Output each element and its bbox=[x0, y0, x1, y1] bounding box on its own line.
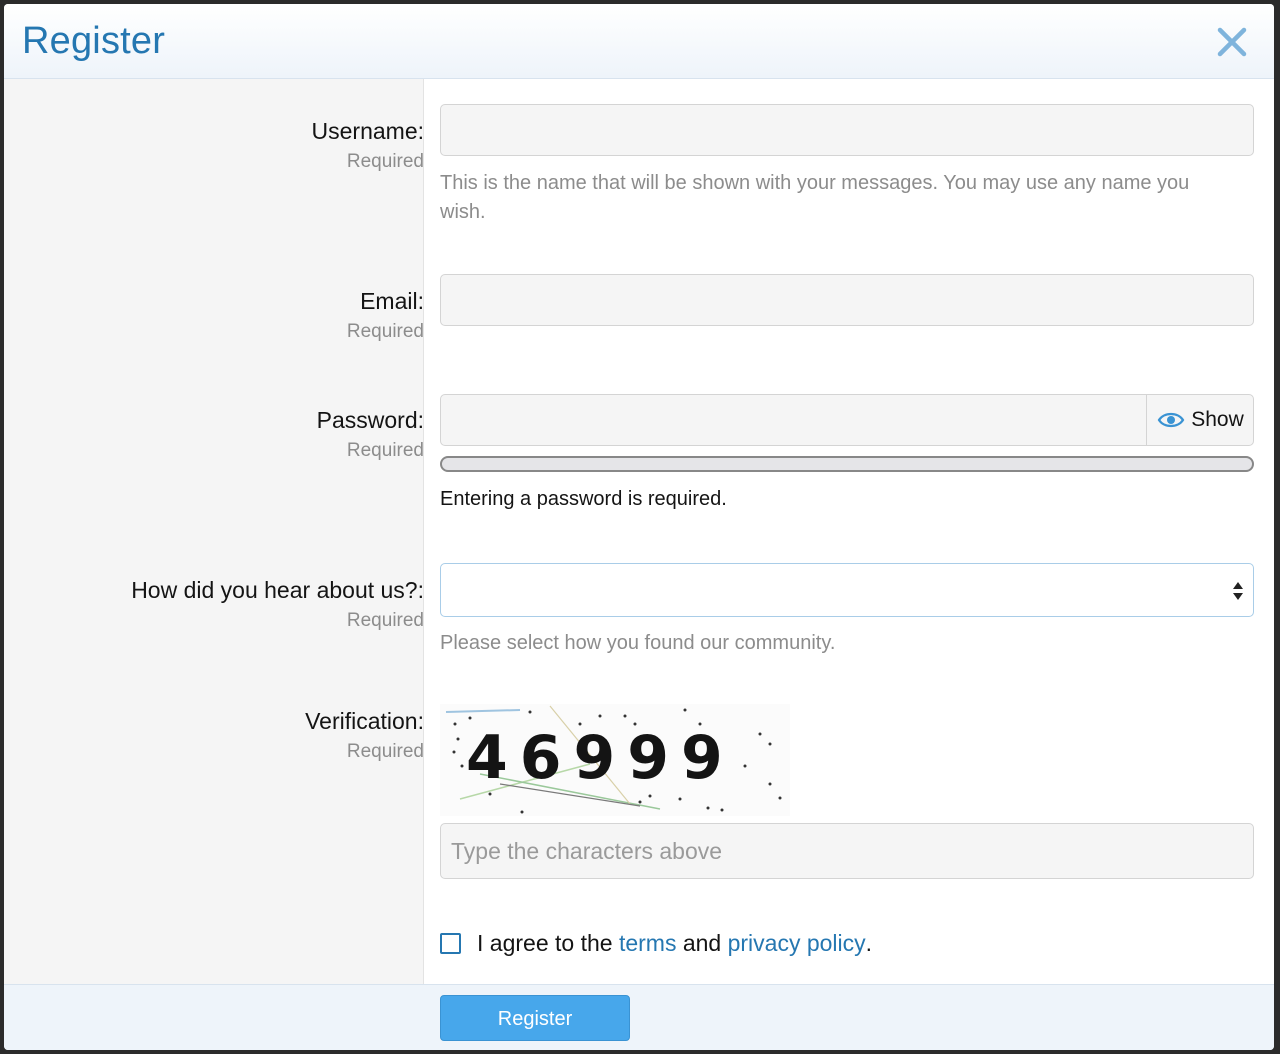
username-required: Required bbox=[346, 151, 424, 172]
select-arrows-icon bbox=[1233, 582, 1243, 600]
agree-prefix: I agree to the bbox=[477, 929, 613, 956]
eye-icon bbox=[1157, 412, 1185, 428]
close-icon bbox=[1217, 27, 1247, 57]
password-required: Required bbox=[346, 440, 424, 461]
agree-suffix: . bbox=[865, 929, 873, 956]
agree-checkbox[interactable] bbox=[440, 932, 461, 954]
register-button[interactable]: Register bbox=[440, 995, 630, 1041]
terms-link[interactable]: terms bbox=[619, 930, 677, 957]
agreement-row: I agree to the terms and privacy policy. bbox=[440, 928, 872, 958]
email-required: Required bbox=[346, 321, 424, 342]
captcha-text: 46999 bbox=[466, 723, 735, 793]
dialog-title: Register bbox=[22, 20, 166, 62]
register-dialog: Register Username: Required This is the … bbox=[4, 4, 1274, 1050]
password-input[interactable] bbox=[440, 394, 1254, 446]
username-input[interactable] bbox=[440, 104, 1254, 156]
dialog-footer: Register bbox=[4, 984, 1274, 1050]
email-input[interactable] bbox=[440, 274, 1254, 326]
verification-required: Required bbox=[346, 741, 424, 762]
close-button[interactable] bbox=[1214, 24, 1250, 60]
password-label: Password: bbox=[316, 407, 424, 433]
username-label: Username: bbox=[311, 118, 424, 144]
show-password-button[interactable]: Show bbox=[1146, 394, 1254, 446]
source-label: How did you hear about us?: bbox=[131, 577, 424, 603]
labels-column bbox=[4, 79, 424, 984]
password-message: Entering a password is required. bbox=[440, 488, 727, 510]
captcha-input[interactable] bbox=[440, 823, 1254, 879]
dialog-header: Register bbox=[4, 4, 1274, 79]
source-required: Required bbox=[346, 610, 424, 631]
privacy-policy-link[interactable]: privacy policy bbox=[728, 930, 866, 957]
source-select[interactable] bbox=[440, 563, 1254, 617]
verification-label: Verification: bbox=[305, 708, 424, 734]
captcha-image: 46999 bbox=[440, 704, 790, 816]
agree-and: and bbox=[682, 929, 722, 956]
password-strength-meter bbox=[440, 456, 1254, 472]
email-label: Email: bbox=[360, 288, 424, 314]
username-hint: This is the name that will be shown with… bbox=[440, 172, 1190, 223]
source-hint: Please select how you found our communit… bbox=[440, 632, 836, 654]
show-password-label: Show bbox=[1191, 408, 1244, 431]
